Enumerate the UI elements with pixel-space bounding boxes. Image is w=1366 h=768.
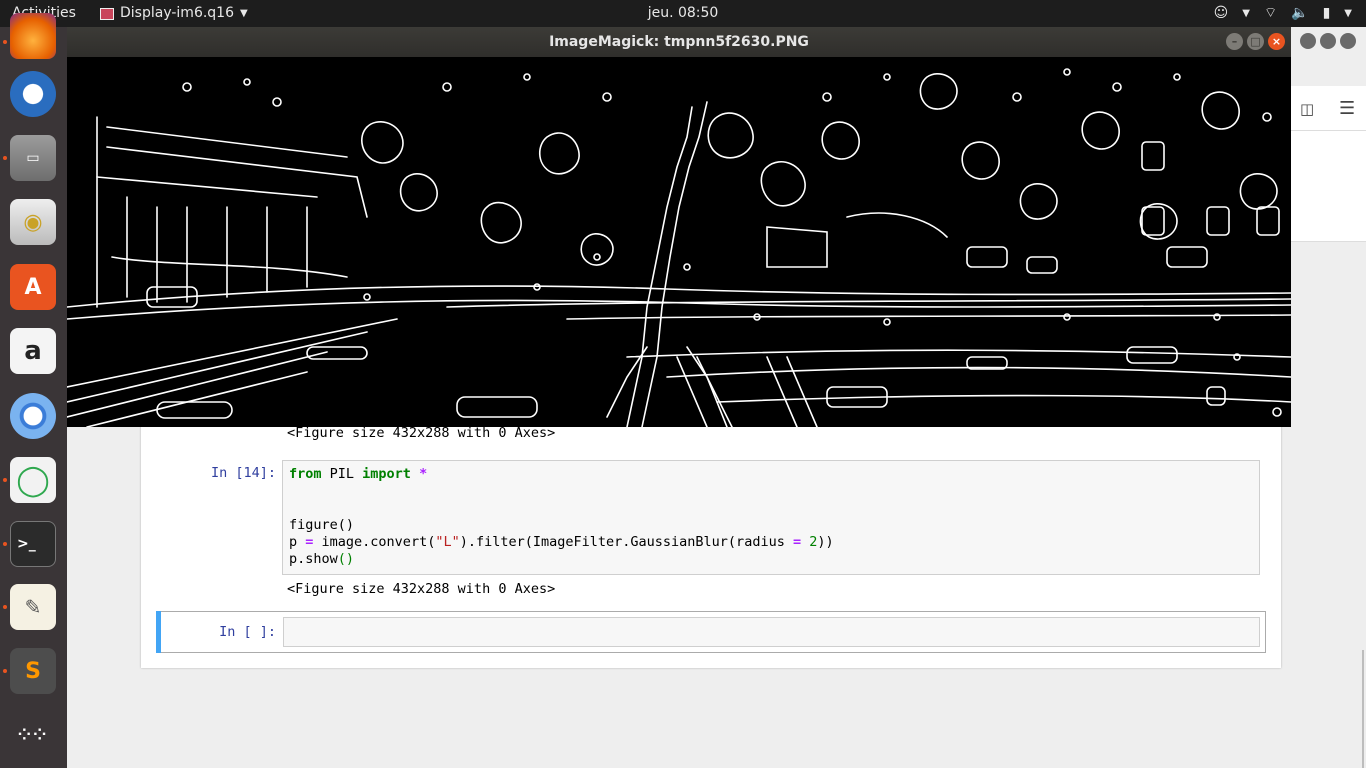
code-token: image.convert( [313,534,436,550]
software-center-icon[interactable]: A [10,264,56,310]
empty-code-input[interactable] [283,617,1260,647]
keyword: import [362,466,411,482]
app-menu[interactable]: Display-im6.q16 ▼ [100,0,248,27]
code-token: p.show [289,551,338,567]
string-literal: "L" [435,534,460,550]
show-applications-icon[interactable]: ⁘⁘ [10,712,56,758]
chevron-down-icon: ▼ [240,8,248,19]
minimize-icon[interactable] [1300,33,1316,49]
wifi-icon[interactable]: ⌔ [1264,0,1277,27]
module-name: PIL [321,466,363,482]
window-title: ImageMagick: tmpnn5f2630.PNG [549,34,809,50]
close-icon[interactable] [1340,33,1356,49]
cell-prompt: In [14]: [210,465,276,481]
maximize-icon[interactable]: □ [1247,33,1264,50]
cell-prompt: In [ ]: [219,624,276,640]
edge-image-drawing [67,68,1291,427]
imagemagick-titlebar[interactable]: ImageMagick: tmpnn5f2630.PNG – □ × [67,27,1291,57]
terminal-icon[interactable]: >_ [10,521,56,567]
running-indicator [3,40,7,44]
top-panel: jeu. 08:50 Activities Display-im6.q16 ▼ … [0,0,1366,27]
minimize-icon[interactable]: – [1226,33,1243,50]
chevron-down-icon[interactable]: ▼ [1344,0,1352,27]
sidebar-icon[interactable]: ◫ [1300,100,1314,118]
code-line: p = image.convert("L").filter(ImageFilte… [289,534,834,550]
edge-detected-image[interactable] [67,57,1291,427]
code-token: ).filter(ImageFilter.GaussianBlur(radius [459,534,793,550]
volume-icon[interactable]: 🔈 [1291,0,1308,27]
system-tray[interactable]: ☺ ▼ ⌔ 🔈 ▮ ▼ [1214,0,1352,27]
accessibility-icon[interactable]: ☺ [1214,0,1229,27]
code-cell-input[interactable]: from PIL import * figure() p = image.con… [282,460,1260,575]
text-editor-icon[interactable]: ✎ [10,584,56,630]
dock: ▭ ◉ A a ◯ >_ ✎ S ⁘⁘ [0,13,67,768]
code-token: () [337,551,355,567]
operator: * [410,466,428,482]
running-indicator [3,669,7,673]
app-green-icon[interactable]: ◯ [10,457,56,503]
maximize-icon[interactable] [1320,33,1336,49]
background-window-controls [1300,33,1356,49]
app-menu-icon [100,7,114,20]
notebook-fragment [1291,131,1366,242]
code-line: from PIL import * [289,466,427,482]
amazon-icon[interactable]: a [10,328,56,374]
code-token: p [289,534,306,550]
running-indicator [3,605,7,609]
chevron-down-icon[interactable]: ▼ [1242,0,1250,27]
window-controls: – □ × [1226,33,1285,50]
chromium-icon[interactable] [10,393,56,439]
keyword: from [289,466,322,482]
firefox-icon[interactable] [10,13,56,59]
sublime-text-icon[interactable]: S [10,648,56,694]
files-icon[interactable]: ▭ [10,135,56,181]
thunderbird-icon[interactable] [10,71,56,117]
number-literal: 2 [801,534,818,550]
rhythmbox-icon[interactable]: ◉ [10,199,56,245]
code-token: )) [817,534,834,550]
running-indicator [3,542,7,546]
battery-icon[interactable]: ▮ [1323,0,1331,27]
operator: = [792,534,802,550]
app-menu-label: Display-im6.q16 [120,5,234,21]
cell-output: <Figure size 432x288 with 0 Axes> [287,425,556,441]
cell-output: <Figure size 432x288 with 0 Axes> [287,581,556,597]
running-indicator [3,156,7,160]
code-line: p.show() [289,551,354,567]
hamburger-menu-icon[interactable]: ☰ [1339,98,1355,119]
code-line: figure() [289,517,355,533]
running-indicator [3,478,7,482]
scrollbar[interactable] [1362,650,1364,768]
close-icon[interactable]: × [1268,33,1285,50]
